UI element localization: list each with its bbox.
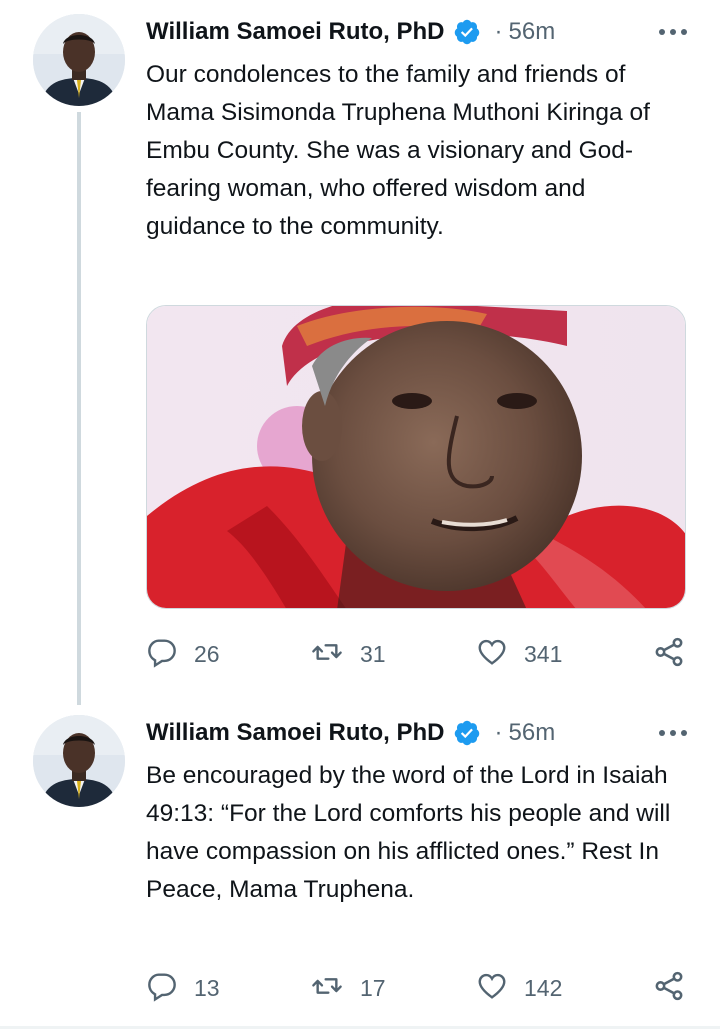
author-name[interactable]: William Samoei Ruto, PhD — [146, 719, 445, 747]
tweet-timestamp[interactable]: 56m — [509, 18, 556, 46]
thread-connector-line — [77, 112, 81, 705]
tweet-actions: 13 17 142 — [146, 968, 690, 1008]
author-avatar[interactable] — [33, 14, 125, 106]
reply-count: 13 — [194, 974, 220, 1001]
share-button[interactable] — [652, 634, 686, 674]
tweet-photo[interactable] — [146, 305, 686, 609]
like-button[interactable]: 341 — [476, 634, 562, 674]
tweet-actions: 26 31 341 — [146, 634, 690, 674]
tweet-text: Be encouraged by the word of the Lord in… — [146, 762, 671, 903]
tweet-1[interactable]: William Samoei Ruto, PhD · 56m Our condo… — [0, 0, 720, 705]
reply-icon — [146, 636, 178, 673]
reply-button[interactable]: 13 — [146, 968, 220, 1008]
retweet-icon — [310, 636, 344, 673]
header-separator: · — [494, 719, 503, 746]
retweet-count: 31 — [360, 640, 386, 667]
reply-icon — [146, 970, 178, 1007]
share-icon — [652, 635, 686, 674]
avatar-portrait — [33, 715, 125, 807]
like-icon — [476, 970, 508, 1007]
author-avatar[interactable] — [33, 715, 125, 807]
tweet-header: William Samoei Ruto, PhD · 56m — [146, 14, 690, 50]
verified-badge-icon — [453, 719, 481, 747]
avatar-portrait — [33, 14, 125, 106]
reply-button[interactable]: 26 — [146, 634, 220, 674]
more-options-icon[interactable] — [656, 721, 690, 745]
retweet-button[interactable]: 31 — [310, 634, 386, 674]
portrait-photo — [147, 306, 685, 608]
retweet-button[interactable]: 17 — [310, 968, 386, 1008]
like-button[interactable]: 142 — [476, 968, 562, 1008]
author-name[interactable]: William Samoei Ruto, PhD — [146, 18, 445, 46]
tweet-timestamp[interactable]: 56m — [509, 719, 556, 747]
like-count: 341 — [524, 640, 563, 667]
reply-count: 26 — [194, 640, 220, 667]
tweet-header: William Samoei Ruto, PhD · 56m — [146, 715, 690, 751]
share-icon — [652, 969, 686, 1008]
retweet-count: 17 — [360, 974, 386, 1001]
tweet-2[interactable]: William Samoei Ruto, PhD · 56m Be encour… — [0, 700, 720, 1029]
share-button[interactable] — [652, 968, 686, 1008]
like-count: 142 — [524, 974, 563, 1001]
header-separator: · — [494, 18, 503, 45]
retweet-icon — [310, 970, 344, 1007]
more-options-icon[interactable] — [656, 20, 690, 44]
tweet-text: Our condolences to the family and friend… — [146, 61, 650, 240]
verified-badge-icon — [453, 18, 481, 46]
like-icon — [476, 636, 508, 673]
